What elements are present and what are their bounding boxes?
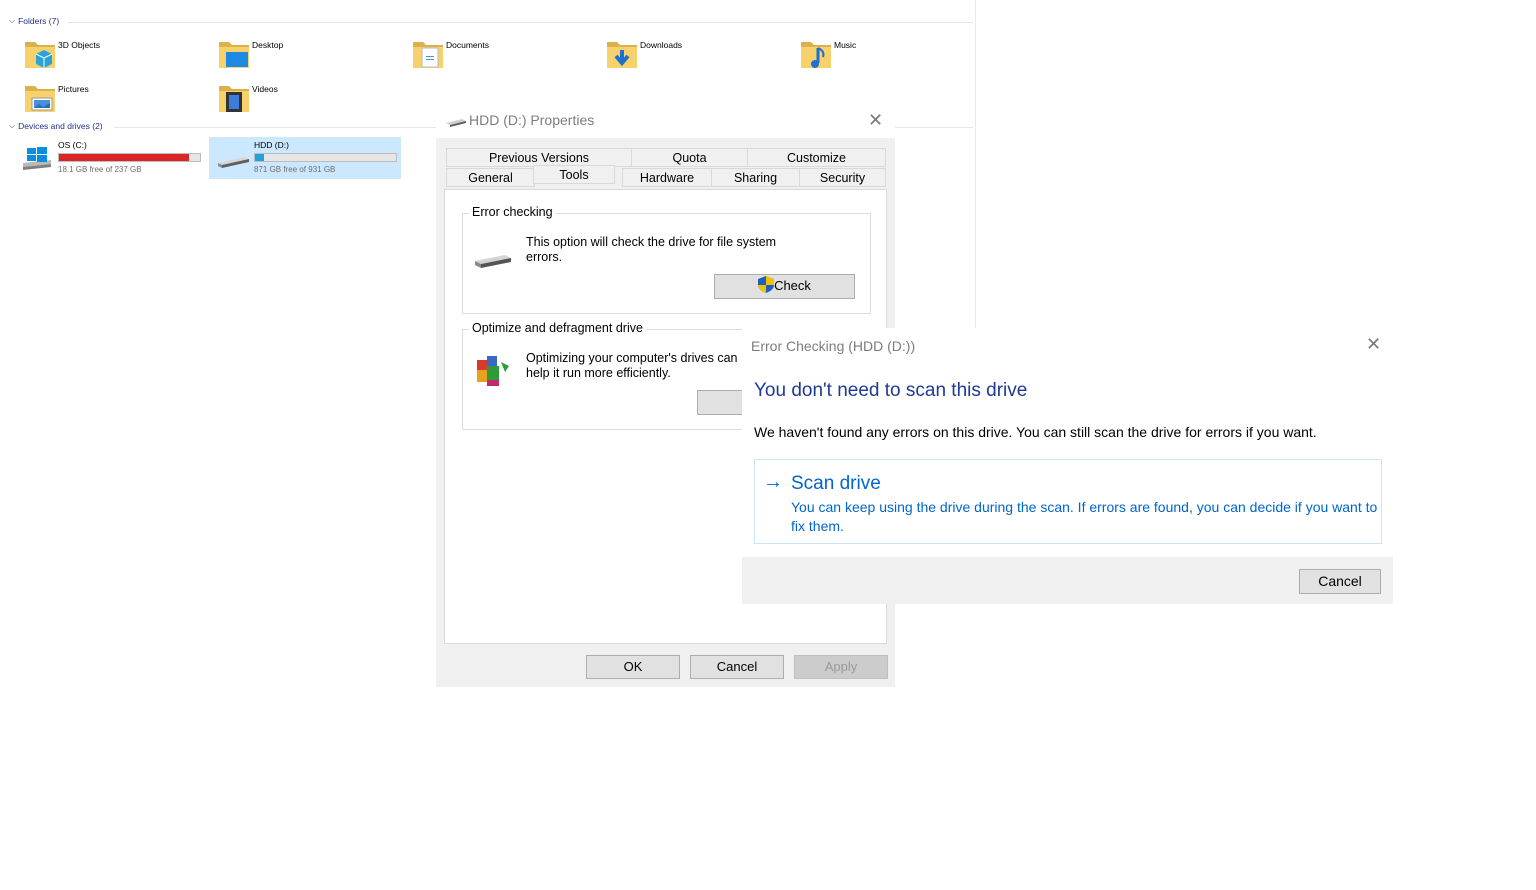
chevron-down-icon: ⌵ (9, 16, 16, 25)
dialog-body-text: We haven't found any errors on this driv… (754, 424, 1317, 440)
dialog-heading: You don't need to scan this drive (754, 380, 1028, 401)
optimize-button[interactable] (697, 390, 743, 415)
tab-customize[interactable]: Customize (747, 148, 886, 167)
cancel-button[interactable]: Cancel (1299, 569, 1381, 594)
windows-drive-icon (23, 147, 51, 170)
downloads-folder-icon (607, 42, 637, 68)
folder-videos[interactable]: Videos (218, 82, 408, 122)
folders-group-header[interactable]: ⌵ Folders (7) (9, 16, 59, 26)
tab-security[interactable]: Security (799, 168, 886, 187)
error-checking-group: Error checking This option will check th… (462, 205, 871, 314)
hard-drive-icon (446, 119, 466, 127)
drive-hdd-d[interactable]: HDD (D:) 871 GB free of 931 GB (209, 137, 401, 179)
scan-drive-command-link[interactable]: → Scan drive You can keep using the driv… (754, 459, 1382, 544)
drive-os-c[interactable]: OS (C:) 18.1 GB free of 237 GB (13, 137, 205, 179)
error-checking-dialog: Error Checking (HDD (D:)) ✕ You don't ne… (742, 328, 1393, 604)
devices-group-header[interactable]: ⌵ Devices and drives (2) (9, 121, 103, 131)
desktop-folder-icon (219, 42, 249, 68)
pictures-folder-icon (25, 86, 55, 112)
cancel-button[interactable]: Cancel (690, 655, 784, 679)
3d-objects-folder-icon (25, 42, 55, 68)
defragment-icon (477, 356, 509, 386)
tab-sharing[interactable]: Sharing (711, 168, 800, 187)
ok-button[interactable]: OK (586, 655, 680, 679)
drive-usage-bar (254, 153, 397, 162)
group-divider (68, 22, 973, 23)
tab-tools[interactable]: Tools (533, 165, 615, 184)
folder-3d-objects[interactable]: 3D Objects (24, 38, 214, 78)
drive-usage-fill (255, 154, 265, 161)
tab-hardware[interactable]: Hardware (622, 168, 712, 187)
documents-folder-icon (413, 42, 443, 68)
folder-music[interactable]: Music (800, 38, 990, 78)
close-icon[interactable]: ✕ (868, 110, 883, 131)
videos-folder-icon (219, 86, 249, 112)
dialog-footer: Cancel (742, 557, 1393, 604)
check-button[interactable]: Check (714, 274, 855, 299)
folder-documents[interactable]: Documents (412, 38, 602, 78)
apply-button[interactable]: Apply (794, 655, 888, 679)
close-icon[interactable]: ✕ (1366, 334, 1381, 355)
folder-pictures[interactable]: Pictures (24, 82, 214, 122)
properties-titlebar[interactable]: HDD (D:) Properties ✕ (436, 104, 895, 138)
folder-desktop[interactable]: Desktop (218, 38, 408, 78)
drive-usage-fill (59, 154, 190, 161)
arrow-right-icon: → (763, 471, 783, 493)
tab-general[interactable]: General (446, 168, 535, 187)
folder-downloads[interactable]: Downloads (606, 38, 796, 78)
hard-drive-icon (475, 255, 511, 268)
tab-quota[interactable]: Quota (631, 148, 748, 167)
hard-drive-icon (218, 157, 249, 168)
drive-usage-bar (58, 153, 201, 162)
music-folder-icon (801, 42, 831, 68)
uac-shield-icon (758, 276, 775, 293)
chevron-down-icon: ⌵ (9, 121, 16, 130)
